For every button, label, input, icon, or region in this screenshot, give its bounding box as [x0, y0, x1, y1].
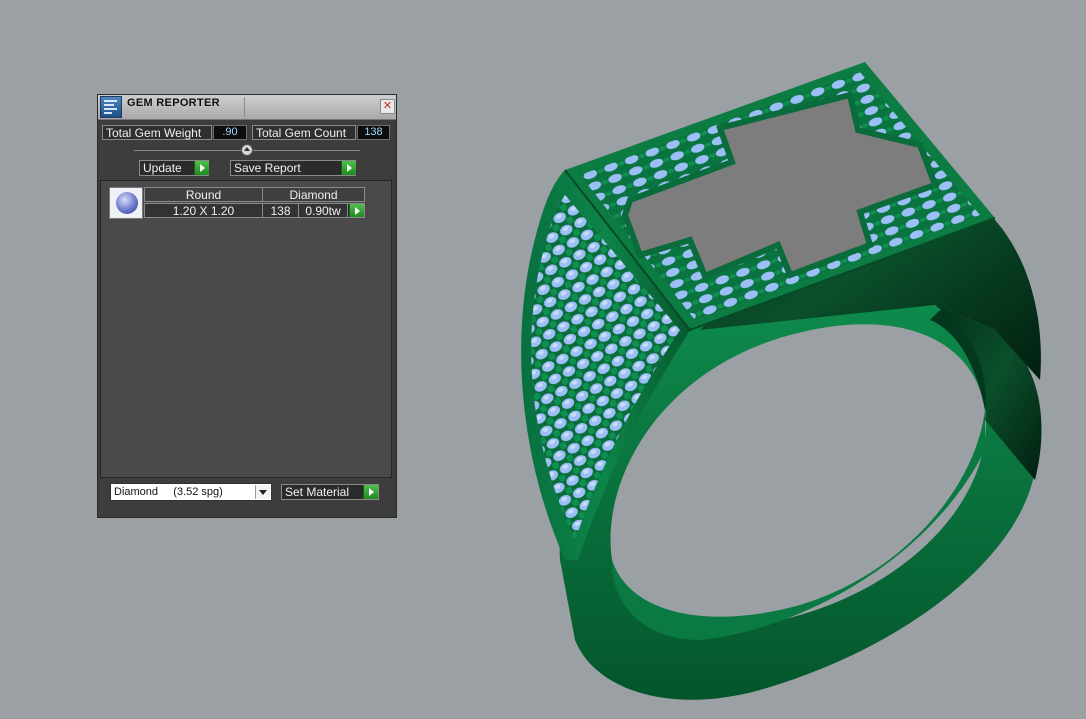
gem-count-cell: 138: [262, 203, 299, 218]
gem-list[interactable]: Round Diamond 1.20 X 1.20 138 0.90tw: [100, 180, 392, 478]
material-dropdown-value: Diamond (3.52 spg): [114, 486, 223, 498]
play-arrow-icon: [341, 161, 356, 175]
round-gem-icon: [109, 187, 143, 219]
material-dropdown[interactable]: Diamond (3.52 spg): [110, 483, 272, 501]
update-button[interactable]: Update: [139, 160, 209, 176]
save-report-button-label: Save Report: [234, 161, 301, 175]
play-arrow-icon: [363, 485, 378, 499]
title-divider: [244, 97, 245, 117]
panel-title: GEM REPORTER: [127, 97, 220, 109]
play-arrow-icon: [349, 204, 364, 217]
total-gem-count-label: Total Gem Count: [252, 125, 356, 140]
gem-size-cell: 1.20 X 1.20: [144, 203, 263, 218]
ring-model[interactable]: [521, 62, 1042, 700]
close-icon[interactable]: ✕: [380, 99, 395, 114]
gem-row-select-button[interactable]: [347, 203, 365, 218]
chevron-down-icon[interactable]: [255, 485, 270, 499]
gem-shape-cell: Round: [144, 187, 263, 202]
gem-weight-cell: 0.90tw: [298, 203, 348, 218]
panel-splitter-handle[interactable]: [241, 144, 253, 156]
total-gem-weight-value: .90: [213, 125, 247, 140]
set-material-button-label: Set Material: [285, 485, 350, 499]
gem-material-cell: Diamond: [262, 187, 365, 202]
gem-reporter-app-icon: [100, 96, 122, 118]
save-report-button[interactable]: Save Report: [230, 160, 356, 176]
update-button-label: Update: [143, 161, 182, 175]
gem-reporter-panel: GEM REPORTER ✕ Total Gem Weight .90 Tota…: [97, 94, 397, 518]
total-gem-count-value: 138: [357, 125, 390, 140]
panel-titlebar[interactable]: GEM REPORTER ✕: [98, 95, 396, 120]
total-gem-weight-label: Total Gem Weight: [102, 125, 212, 140]
set-material-button[interactable]: Set Material: [281, 484, 379, 500]
play-arrow-icon: [194, 161, 209, 175]
